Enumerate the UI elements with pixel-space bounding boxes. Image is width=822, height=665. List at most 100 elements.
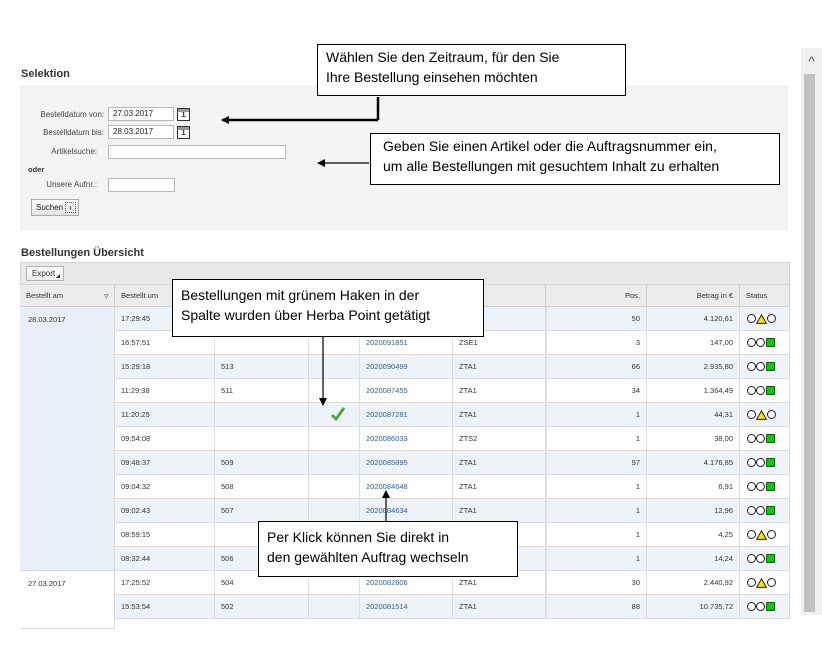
status-circle-icon — [767, 410, 776, 419]
calendar-icon[interactable]: 1 — [177, 108, 190, 121]
status-circle-icon — [767, 314, 776, 323]
table-row[interactable]: 09:48:37 509 2020085895 ZTA1 97 4.176,85 — [115, 451, 790, 475]
callout-line: Bestellungen mit grünem Haken in der — [181, 287, 420, 303]
or-label: oder — [28, 165, 45, 174]
callout-line: Per Klick können Sie direkt in — [267, 529, 450, 545]
order-number-input[interactable] — [108, 178, 175, 192]
order-number-cell[interactable]: 2020084648 — [360, 475, 453, 498]
status-circle-icon — [756, 554, 765, 563]
date-from-input[interactable]: 27.03.2017 — [108, 107, 174, 121]
warning-triangle-icon — [756, 578, 767, 588]
amount-cell: 12,96 — [647, 499, 740, 522]
status-circle-icon — [747, 482, 756, 491]
type-cell: ZTA1 — [453, 499, 546, 522]
time-cell: 15:29:18 — [115, 355, 215, 378]
table-row[interactable]: 09:54:08 2020086033 ZTS2 1 38,00 — [115, 427, 790, 451]
status-green-square-icon — [766, 602, 775, 611]
empty-cell — [309, 499, 360, 522]
status-circle-icon — [747, 554, 756, 563]
status-circle-icon — [756, 458, 765, 467]
type-cell: ZTS2 — [453, 427, 546, 450]
table-row[interactable]: 09:02:43 507 2020084634 ZTA1 1 12,96 — [115, 499, 790, 523]
status-indicator — [747, 578, 777, 588]
status-indicator — [747, 410, 777, 420]
empty-cell — [546, 403, 547, 426]
date-to-input[interactable]: 28.03.2017 — [108, 125, 174, 139]
status-green-square-icon — [766, 506, 775, 515]
herba-callout: Bestellungen mit grünem Haken in der Spa… — [172, 279, 484, 337]
order-link[interactable]: 2020090499 — [366, 362, 408, 371]
search-button[interactable]: Suchen › — [31, 199, 79, 216]
order-number-cell[interactable]: 2020081514 — [360, 595, 453, 618]
pos-cell: 34 — [546, 379, 647, 402]
status-circle-icon — [747, 410, 756, 419]
order-link[interactable]: 2020086033 — [366, 434, 408, 443]
export-button[interactable]: Export — [26, 266, 64, 281]
order-link[interactable]: 2020081514 — [366, 602, 408, 611]
order-link[interactable]: 2020084648 — [366, 482, 408, 491]
table-row[interactable]: 11:20:25 2020087281 ZTA1 1 44,31 — [115, 403, 790, 427]
order-link[interactable]: 2020091851 — [366, 338, 408, 347]
click-callout: Per Klick können Sie direkt in den gewäh… — [258, 521, 518, 577]
sort-icon[interactable]: ▿ — [104, 285, 109, 307]
status-circle-icon — [756, 386, 765, 395]
order-number-cell[interactable]: 2020086033 — [360, 427, 453, 450]
status-indicator — [747, 602, 777, 612]
article-search-input[interactable] — [108, 145, 286, 159]
status-green-square-icon — [766, 386, 775, 395]
status-indicator — [747, 506, 777, 516]
calendar-icon[interactable]: 1 — [177, 126, 190, 139]
amount-cell: 2.440,92 — [647, 571, 740, 594]
amount-cell: 6,91 — [647, 475, 740, 498]
type-cell: ZTA1 — [453, 451, 546, 474]
empty-cell — [546, 571, 547, 594]
status-indicator — [747, 386, 777, 396]
order-link[interactable]: 2020085895 — [366, 458, 408, 467]
table-row[interactable]: 11:29:38 511 2020087455 ZTA1 34 1.364,49 — [115, 379, 790, 403]
column-header[interactable]: Bestellt am — [20, 285, 115, 307]
pos-cell: 3 — [546, 331, 647, 354]
article-search-label: Artikelsuche: — [51, 147, 97, 156]
table-row[interactable]: 15:29:18 513 2020090499 ZTA1 66 2.935,80 — [115, 355, 790, 379]
scrollbar-thumb[interactable] — [804, 74, 815, 612]
type-cell: ZTA1 — [453, 595, 546, 618]
time-cell: 11:29:38 — [115, 379, 215, 402]
status-circle-icon — [747, 386, 756, 395]
timeframe-callout: Wählen Sie den Zeitraum, für den Sie Ihr… — [317, 44, 626, 96]
status-circle-icon — [747, 434, 756, 443]
order-number-cell[interactable]: 2020090499 — [360, 355, 453, 378]
order-number-cell[interactable]: 2020085895 — [360, 451, 453, 474]
empty-cell — [546, 547, 547, 570]
time-cell: 08:32:44 — [115, 547, 215, 570]
callout-line: den gewählten Auftrag wechseln — [267, 549, 469, 565]
table-row[interactable]: 09:04:32 508 2020084648 ZTA1 1 6,91 — [115, 475, 790, 499]
scroll-up-arrow-icon[interactable]: ^ — [801, 48, 822, 72]
time-cell: 09:54:08 — [115, 427, 215, 450]
empty-cell — [309, 379, 360, 402]
amount-cell: 44,31 — [647, 403, 740, 426]
table-row[interactable]: 15:53:54 502 2020081514 ZTA1 88 10.735,72 — [115, 595, 790, 619]
status-circle-icon — [747, 338, 756, 347]
order-number-cell[interactable]: 2020087281 — [360, 403, 453, 426]
selection-title: Selektion — [21, 68, 70, 80]
order-link[interactable]: 2020087281 — [366, 410, 408, 419]
status-indicator — [747, 338, 777, 348]
status-circle-icon — [767, 578, 776, 587]
column-header[interactable]: Pos. — [546, 285, 647, 307]
empty-cell — [546, 523, 547, 546]
order-link[interactable]: 2020082606 — [366, 578, 408, 587]
empty-cell — [546, 355, 547, 378]
status-circle-icon — [747, 602, 756, 611]
amount-cell: 10.735,72 — [647, 595, 740, 618]
warning-triangle-icon — [756, 410, 767, 420]
order-number-cell[interactable]: 2020084634 — [360, 499, 453, 522]
column-header[interactable]: Betrag in € — [647, 285, 740, 307]
order-link[interactable]: 2020087455 — [366, 386, 408, 395]
time-cell: 09:48:37 — [115, 451, 215, 474]
order-number-cell[interactable]: 2020087455 — [360, 379, 453, 402]
column-header[interactable]: Status — [740, 285, 790, 307]
warning-triangle-icon — [756, 314, 767, 324]
empty-cell — [546, 475, 547, 498]
order-link[interactable]: 2020084634 — [366, 506, 408, 515]
status-green-square-icon — [766, 458, 775, 467]
